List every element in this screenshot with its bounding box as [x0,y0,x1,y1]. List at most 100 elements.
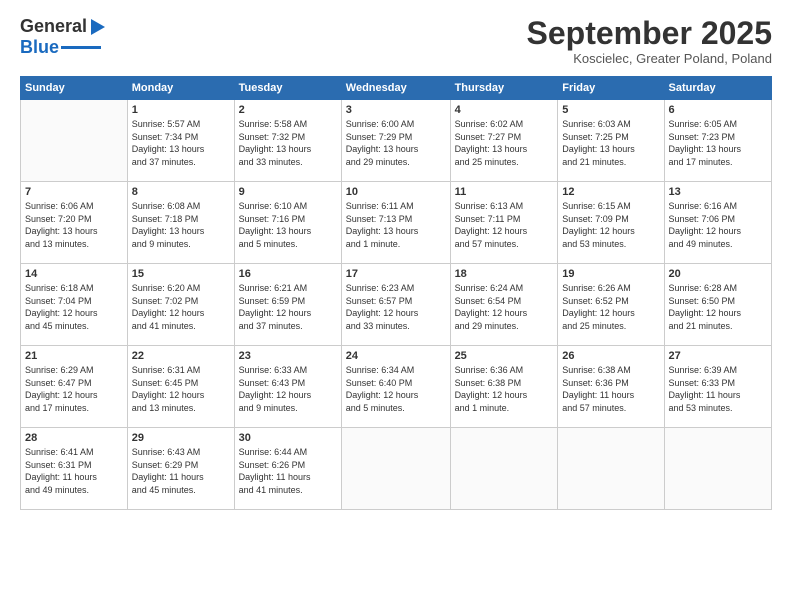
calendar-cell [21,100,128,182]
day-number: 4 [455,104,554,116]
weekday-row: Sunday Monday Tuesday Wednesday Thursday… [21,77,772,100]
day-number: 18 [455,268,554,280]
logo-general: General [20,16,87,37]
calendar-cell: 12 Sunrise: 6:15 AM Sunset: 7:09 PM Dayli… [558,182,664,264]
day-info: Sunrise: 6:13 AM Sunset: 7:11 PM Dayligh… [455,200,554,250]
calendar-cell: 15 Sunrise: 6:20 AM Sunset: 7:02 PM Dayli… [127,264,234,346]
day-info: Sunrise: 6:11 AM Sunset: 7:13 PM Dayligh… [346,200,446,250]
calendar-cell: 21 Sunrise: 6:29 AM Sunset: 6:47 PM Dayli… [21,346,128,428]
day-number: 3 [346,104,446,116]
day-number: 27 [669,350,767,362]
day-number: 7 [25,186,123,198]
day-number: 16 [239,268,337,280]
logo-blue: Blue [20,37,59,58]
day-info: Sunrise: 6:29 AM Sunset: 6:47 PM Dayligh… [25,364,123,414]
day-number: 5 [562,104,659,116]
day-info: Sunrise: 6:34 AM Sunset: 6:40 PM Dayligh… [346,364,446,414]
col-saturday: Saturday [664,77,771,100]
day-info: Sunrise: 6:06 AM Sunset: 7:20 PM Dayligh… [25,200,123,250]
day-info: Sunrise: 6:03 AM Sunset: 7:25 PM Dayligh… [562,118,659,168]
day-info: Sunrise: 5:58 AM Sunset: 7:32 PM Dayligh… [239,118,337,168]
calendar-cell: 9Sunrise: 6:10 AM Sunset: 7:16 PM Daylig… [234,182,341,264]
day-number: 26 [562,350,659,362]
calendar-cell: 7 Sunrise: 6:06 AM Sunset: 7:20 PM Daylig… [21,182,128,264]
day-info: Sunrise: 6:21 AM Sunset: 6:59 PM Dayligh… [239,282,337,332]
day-info: Sunrise: 6:26 AM Sunset: 6:52 PM Dayligh… [562,282,659,332]
day-info: Sunrise: 6:00 AM Sunset: 7:29 PM Dayligh… [346,118,446,168]
calendar-cell: 1Sunrise: 5:57 AM Sunset: 7:34 PM Daylig… [127,100,234,182]
day-number: 23 [239,350,337,362]
calendar-cell: 28 Sunrise: 6:41 AM Sunset: 6:31 PM Dayli… [21,428,128,510]
day-info: Sunrise: 6:24 AM Sunset: 6:54 PM Dayligh… [455,282,554,332]
day-info: Sunrise: 6:41 AM Sunset: 6:31 PM Dayligh… [25,446,123,496]
calendar-cell: 13 Sunrise: 6:16 AM Sunset: 7:06 PM Dayli… [664,182,771,264]
day-number: 25 [455,350,554,362]
calendar-cell: 14 Sunrise: 6:18 AM Sunset: 7:04 PM Dayli… [21,264,128,346]
day-number: 24 [346,350,446,362]
day-info: Sunrise: 6:43 AM Sunset: 6:29 PM Dayligh… [132,446,230,496]
logo: General Blue [20,16,109,58]
day-number: 11 [455,186,554,198]
day-number: 2 [239,104,337,116]
calendar-cell [450,428,558,510]
day-number: 14 [25,268,123,280]
day-info: Sunrise: 6:23 AM Sunset: 6:57 PM Dayligh… [346,282,446,332]
day-info: Sunrise: 6:05 AM Sunset: 7:23 PM Dayligh… [669,118,767,168]
day-info: Sunrise: 6:28 AM Sunset: 6:50 PM Dayligh… [669,282,767,332]
day-info: Sunrise: 6:20 AM Sunset: 7:02 PM Dayligh… [132,282,230,332]
title-block: September 2025 Koscielec, Greater Poland… [527,16,772,66]
calendar-cell: 8Sunrise: 6:08 AM Sunset: 7:18 PM Daylig… [127,182,234,264]
col-tuesday: Tuesday [234,77,341,100]
day-number: 20 [669,268,767,280]
month-title: September 2025 [527,16,772,51]
calendar-cell: 6 Sunrise: 6:05 AM Sunset: 7:23 PM Daylig… [664,100,771,182]
calendar-header: Sunday Monday Tuesday Wednesday Thursday… [21,77,772,100]
calendar-cell: 26 Sunrise: 6:38 AM Sunset: 6:36 PM Dayli… [558,346,664,428]
subtitle: Koscielec, Greater Poland, Poland [527,51,772,66]
col-thursday: Thursday [450,77,558,100]
day-info: Sunrise: 6:15 AM Sunset: 7:09 PM Dayligh… [562,200,659,250]
col-monday: Monday [127,77,234,100]
col-wednesday: Wednesday [341,77,450,100]
day-number: 30 [239,432,337,444]
calendar-cell: 10 Sunrise: 6:11 AM Sunset: 7:13 PM Dayli… [341,182,450,264]
calendar-cell: 20 Sunrise: 6:28 AM Sunset: 6:50 PM Dayli… [664,264,771,346]
day-info: Sunrise: 6:39 AM Sunset: 6:33 PM Dayligh… [669,364,767,414]
col-friday: Friday [558,77,664,100]
day-number: 17 [346,268,446,280]
calendar-cell: 3 Sunrise: 6:00 AM Sunset: 7:29 PM Daylig… [341,100,450,182]
week-row-4: 21 Sunrise: 6:29 AM Sunset: 6:47 PM Dayli… [21,346,772,428]
calendar-cell [341,428,450,510]
day-number: 15 [132,268,230,280]
day-number: 8 [132,186,230,198]
day-number: 28 [25,432,123,444]
calendar-cell [664,428,771,510]
day-info: Sunrise: 5:57 AM Sunset: 7:34 PM Dayligh… [132,118,230,168]
day-info: Sunrise: 6:36 AM Sunset: 6:38 PM Dayligh… [455,364,554,414]
day-number: 13 [669,186,767,198]
calendar-body: 1Sunrise: 5:57 AM Sunset: 7:34 PM Daylig… [21,100,772,510]
day-number: 12 [562,186,659,198]
day-info: Sunrise: 6:02 AM Sunset: 7:27 PM Dayligh… [455,118,554,168]
calendar-cell: 11 Sunrise: 6:13 AM Sunset: 7:11 PM Dayli… [450,182,558,264]
day-info: Sunrise: 6:18 AM Sunset: 7:04 PM Dayligh… [25,282,123,332]
page: General Blue September 2025 Koscielec, G… [0,0,792,612]
calendar-cell: 4 Sunrise: 6:02 AM Sunset: 7:27 PM Daylig… [450,100,558,182]
day-number: 6 [669,104,767,116]
week-row-2: 7 Sunrise: 6:06 AM Sunset: 7:20 PM Daylig… [21,182,772,264]
week-row-5: 28 Sunrise: 6:41 AM Sunset: 6:31 PM Dayli… [21,428,772,510]
calendar-cell: 19 Sunrise: 6:26 AM Sunset: 6:52 PM Dayli… [558,264,664,346]
calendar-cell: 5 Sunrise: 6:03 AM Sunset: 7:25 PM Daylig… [558,100,664,182]
calendar-cell: 22 Sunrise: 6:31 AM Sunset: 6:45 PM Dayli… [127,346,234,428]
day-number: 10 [346,186,446,198]
day-number: 19 [562,268,659,280]
day-info: Sunrise: 6:38 AM Sunset: 6:36 PM Dayligh… [562,364,659,414]
calendar-cell: 16 Sunrise: 6:21 AM Sunset: 6:59 PM Dayli… [234,264,341,346]
day-info: Sunrise: 6:31 AM Sunset: 6:45 PM Dayligh… [132,364,230,414]
day-number: 22 [132,350,230,362]
header: General Blue September 2025 Koscielec, G… [20,16,772,66]
day-info: Sunrise: 6:16 AM Sunset: 7:06 PM Dayligh… [669,200,767,250]
day-number: 21 [25,350,123,362]
calendar-cell: 18 Sunrise: 6:24 AM Sunset: 6:54 PM Dayli… [450,264,558,346]
day-info: Sunrise: 6:10 AM Sunset: 7:16 PM Dayligh… [239,200,337,250]
